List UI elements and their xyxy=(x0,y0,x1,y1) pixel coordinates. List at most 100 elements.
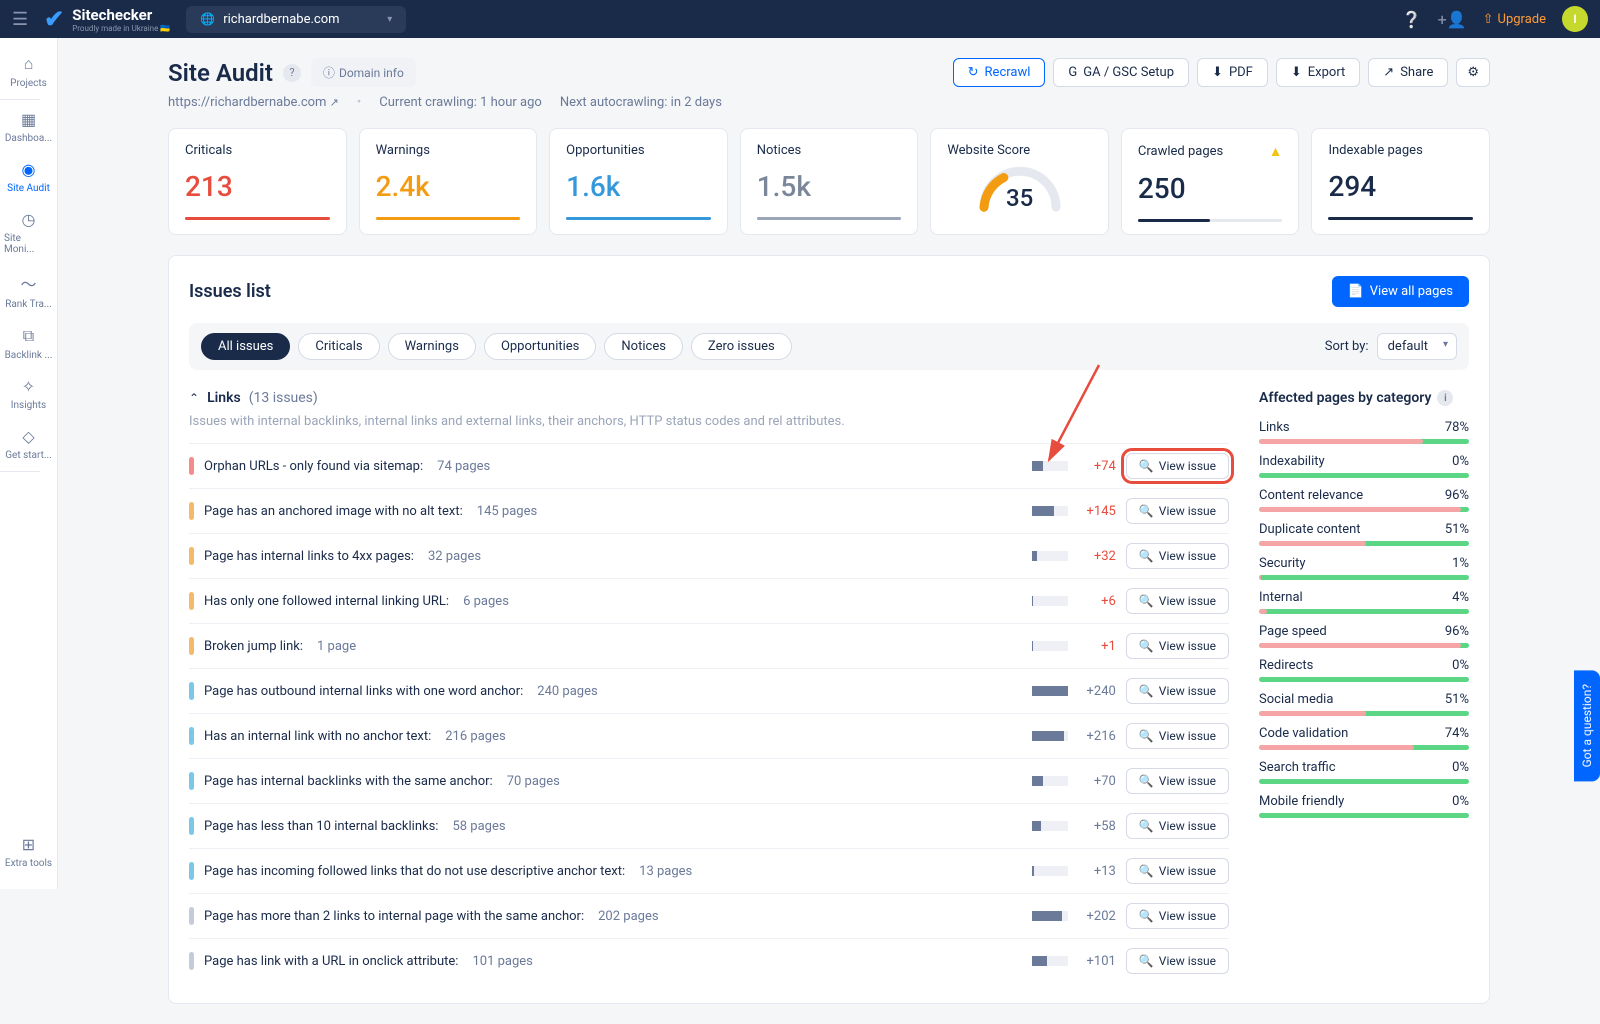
filter-chip-warnings[interactable]: Warnings xyxy=(388,333,476,360)
issue-name[interactable]: Page has an anchored image with no alt t… xyxy=(204,504,463,519)
stat-indexable[interactable]: Indexable pages 294 xyxy=(1311,128,1490,235)
ga-gsc-button[interactable]: G GA / GSC Setup xyxy=(1053,58,1189,87)
sidebar-item-get-start-[interactable]: ◇Get start... xyxy=(0,419,57,469)
sort-select[interactable]: default xyxy=(1377,333,1457,360)
pdf-button[interactable]: ⬇ PDF xyxy=(1197,58,1268,87)
issue-row: Page has less than 10 internal backlinks… xyxy=(189,803,1229,848)
sidebar-item-insights[interactable]: ✧Insights xyxy=(0,369,57,419)
site-url-link[interactable]: https://richardbernabe.com ↗ xyxy=(168,95,339,110)
issue-name[interactable]: Orphan URLs - only found via sitemap: xyxy=(204,459,423,474)
issues-title: Issues list xyxy=(189,281,271,302)
filter-chip-criticals[interactable]: Criticals xyxy=(298,333,379,360)
help-icon[interactable]: ❔ xyxy=(1402,10,1422,29)
section-links-header[interactable]: ⌃ Links (13 issues) xyxy=(189,390,1229,406)
stat-warnings[interactable]: Warnings 2.4k xyxy=(359,128,538,235)
issue-name[interactable]: Page has internal backlinks with the sam… xyxy=(204,774,493,789)
logo[interactable]: ✔ Sitechecker Proudly made in Ukraine 🇺🇦 xyxy=(44,5,170,33)
site-selector[interactable]: 🌐 richardbernabe.com ▾ xyxy=(186,6,406,33)
filter-chip-zero-issues[interactable]: Zero issues xyxy=(691,333,792,360)
category-row[interactable]: Internal4% xyxy=(1259,590,1469,614)
issue-name[interactable]: Page has link with a URL in onclick attr… xyxy=(204,954,458,969)
section-description: Issues with internal backlinks, internal… xyxy=(189,414,1229,429)
issue-pages: 1 page xyxy=(317,639,356,654)
view-all-pages-button[interactable]: 📄 View all pages xyxy=(1332,276,1469,307)
issue-name[interactable]: Page has more than 2 links to internal p… xyxy=(204,909,584,924)
view-issue-button[interactable]: 🔍 View issue xyxy=(1126,498,1229,524)
search-icon: 🔍 xyxy=(1139,864,1154,878)
sidebar-item-site-moni-[interactable]: ◷Site Moni... xyxy=(0,202,57,263)
issue-name[interactable]: Page has less than 10 internal backlinks… xyxy=(204,819,438,834)
download-icon: ⬇ xyxy=(1212,65,1223,80)
issue-name[interactable]: Has only one followed internal linking U… xyxy=(204,594,449,609)
recrawl-button[interactable]: ↻ Recrawl xyxy=(953,58,1046,87)
view-issue-button[interactable]: 🔍 View issue xyxy=(1126,813,1229,839)
category-row[interactable]: Duplicate content51% xyxy=(1259,522,1469,546)
issue-name[interactable]: Page has incoming followed links that do… xyxy=(204,864,625,879)
category-row[interactable]: Redirects0% xyxy=(1259,658,1469,682)
domain-info-button[interactable]: ⓘ Domain info xyxy=(311,58,416,87)
view-issue-button[interactable]: 🔍 View issue xyxy=(1126,858,1229,884)
category-row[interactable]: Social media51% xyxy=(1259,692,1469,716)
next-crawl: Next autocrawling: in 2 days xyxy=(560,95,722,110)
stat-opportunities[interactable]: Opportunities 1.6k xyxy=(549,128,728,235)
filter-chip-opportunities[interactable]: Opportunities xyxy=(484,333,596,360)
category-row[interactable]: Content relevance96% xyxy=(1259,488,1469,512)
issue-name[interactable]: Page has outbound internal links with on… xyxy=(204,684,523,699)
severity-indicator xyxy=(189,907,194,925)
view-issue-button[interactable]: 🔍 View issue xyxy=(1126,948,1229,974)
sidebar-item-rank-tra-[interactable]: 〜Rank Tra... xyxy=(0,263,57,318)
view-issue-button[interactable]: 🔍 View issue xyxy=(1126,588,1229,614)
sidebar-item-projects[interactable]: ⌂Projects xyxy=(0,46,57,97)
hamburger-icon[interactable]: ☰ xyxy=(12,9,28,30)
settings-button[interactable]: ⚙ xyxy=(1456,58,1490,87)
category-row[interactable]: Indexability0% xyxy=(1259,454,1469,478)
share-button[interactable]: ↗ Share xyxy=(1368,58,1448,87)
export-button[interactable]: ⬇ Export xyxy=(1276,58,1360,87)
category-row[interactable]: Mobile friendly0% xyxy=(1259,794,1469,818)
info-icon[interactable]: i xyxy=(1437,390,1453,406)
view-issue-button[interactable]: 🔍 View issue xyxy=(1126,543,1229,569)
category-bar xyxy=(1259,745,1469,750)
view-issue-button[interactable]: 🔍 View issue xyxy=(1126,678,1229,704)
help-tooltip-icon[interactable]: ? xyxy=(283,64,301,82)
category-row[interactable]: Code validation74% xyxy=(1259,726,1469,750)
category-row[interactable]: Page speed96% xyxy=(1259,624,1469,648)
sidebar-item-extra-tools[interactable]: ⊞ Extra tools xyxy=(0,827,57,877)
warning-icon: ▲ xyxy=(1269,143,1283,160)
view-issue-button[interactable]: 🔍 View issue xyxy=(1126,633,1229,659)
category-row[interactable]: Security1% xyxy=(1259,556,1469,580)
issue-name[interactable]: Has an internal link with no anchor text… xyxy=(204,729,431,744)
issue-name[interactable]: Page has internal links to 4xx pages: xyxy=(204,549,414,564)
category-row[interactable]: Links78% xyxy=(1259,420,1469,444)
filter-chip-all-issues[interactable]: All issues xyxy=(201,333,290,360)
external-link-icon: ↗ xyxy=(330,96,339,109)
sidebar-item-backlink-[interactable]: ⧉Backlink ... xyxy=(0,318,57,369)
delta-value: +58 xyxy=(1078,819,1116,834)
stat-notices[interactable]: Notices 1.5k xyxy=(740,128,919,235)
category-bar xyxy=(1259,779,1469,784)
category-row[interactable]: Search traffic0% xyxy=(1259,760,1469,784)
add-user-icon[interactable]: +👤 xyxy=(1438,10,1467,29)
issue-row: Has an internal link with no anchor text… xyxy=(189,713,1229,758)
stat-criticals[interactable]: Criticals 213 xyxy=(168,128,347,235)
help-tab[interactable]: Got a question? xyxy=(1574,670,1600,781)
upgrade-link[interactable]: ⇧ Upgrade xyxy=(1483,12,1546,27)
view-issue-button[interactable]: 🔍 View issue xyxy=(1126,453,1229,479)
sidebar-item-dashboa-[interactable]: ▦Dashboa... xyxy=(0,102,57,152)
stat-crawled[interactable]: Crawled pages ▲ 250 xyxy=(1121,128,1300,235)
gear-icon: ⚙ xyxy=(1467,65,1479,80)
view-issue-button[interactable]: 🔍 View issue xyxy=(1126,723,1229,749)
view-issue-button[interactable]: 🔍 View issue xyxy=(1126,903,1229,929)
sidebar-item-site-audit[interactable]: ◉Site Audit xyxy=(0,152,57,202)
category-bar xyxy=(1259,677,1469,682)
search-icon: 🔍 xyxy=(1139,774,1154,788)
user-avatar[interactable]: I xyxy=(1562,6,1588,32)
filter-chip-notices[interactable]: Notices xyxy=(604,333,683,360)
view-issue-button[interactable]: 🔍 View issue xyxy=(1126,768,1229,794)
stat-score[interactable]: Website Score 35 xyxy=(930,128,1109,235)
category-name: Internal xyxy=(1259,590,1303,605)
issue-name[interactable]: Broken jump link: xyxy=(204,639,303,654)
mini-bar xyxy=(1032,506,1068,516)
issue-pages: 74 pages xyxy=(437,459,490,474)
issue-row: Page has more than 2 links to internal p… xyxy=(189,893,1229,938)
